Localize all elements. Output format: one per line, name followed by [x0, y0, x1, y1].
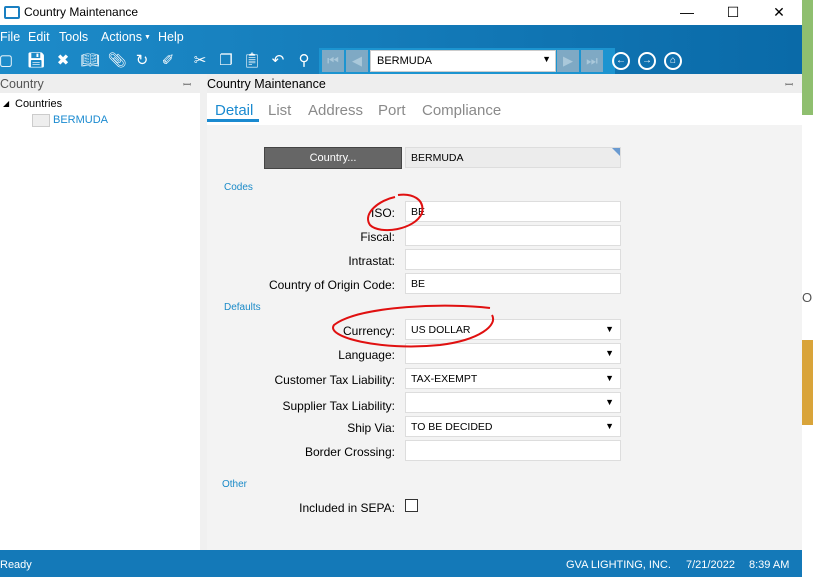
chevron-down-icon: ▼ [605, 397, 614, 407]
border-crossing-input[interactable] [405, 440, 621, 461]
customer-tax-select[interactable]: TAX-EXEMPT ▼ [405, 368, 621, 389]
paste-icon[interactable]: 📋︎ [242, 51, 262, 71]
title-bar: Country Maintenance — ☐ ✕ [0, 0, 802, 25]
tab-compliance[interactable]: Compliance [422, 102, 501, 119]
copy-icon[interactable]: ❐ [216, 51, 236, 71]
status-bar: Ready GVA LIGHTING, INC. 7/21/2022 8:39 … [0, 550, 802, 577]
codes-section: Codes [224, 182, 253, 193]
customer-tax-label: Customer Tax Liability: [274, 373, 396, 387]
chevron-down-icon: ▼ [605, 348, 614, 358]
chevron-down-icon: ▼ [542, 54, 551, 64]
refresh-icon[interactable]: ↻ [132, 51, 152, 71]
home-icon[interactable]: ⌂ [664, 52, 682, 70]
last-record-button[interactable]: ⏭ [581, 50, 603, 72]
iso-circle-annotation [367, 193, 424, 232]
chevron-down-icon: ▼ [605, 421, 614, 431]
ship-via-value: TO BE DECIDED [411, 421, 493, 433]
supplier-tax-select[interactable]: ▼ [405, 392, 621, 413]
country-button[interactable]: Country... [264, 147, 402, 169]
cut-icon[interactable]: ✂ [190, 51, 210, 71]
book-icon[interactable]: 📖︎ [80, 51, 100, 71]
customer-tax-value: TAX-EXEMPT [411, 373, 478, 385]
minimize-button[interactable]: — [667, 2, 707, 22]
pin-icon[interactable]: ꟷ [183, 77, 191, 91]
tab-address[interactable]: Address [308, 102, 363, 119]
country-field: BERMUDA [405, 147, 621, 168]
panel-splitter[interactable] [200, 74, 207, 550]
prev-record-button[interactable]: ◀ [346, 50, 368, 72]
menu-file[interactable]: File [0, 30, 20, 44]
status-time: 8:39 AM [749, 559, 790, 571]
active-tab-indicator [207, 119, 259, 122]
first-record-button[interactable]: ⏮ [322, 50, 344, 72]
desktop-yellow [802, 340, 813, 425]
tree-root-countries[interactable]: Countries [15, 98, 62, 110]
red-annotation [332, 193, 495, 348]
desktop-partial-text: Op [802, 290, 813, 305]
desktop-background: Op [802, 0, 813, 577]
menu-tools[interactable]: Tools [59, 30, 88, 44]
save-icon[interactable]: 💾︎ [26, 51, 46, 71]
folder-icon [32, 114, 50, 127]
country-value: BERMUDA [411, 152, 464, 164]
status-text: Ready [0, 559, 32, 571]
defaults-section: Defaults [224, 302, 261, 313]
chevron-down-icon: ▼ [605, 373, 614, 383]
next-record-button[interactable]: ▶ [557, 50, 579, 72]
maximize-button[interactable]: ☐ [713, 2, 753, 22]
company-name: GVA LIGHTING, INC. [566, 559, 671, 571]
window-title: Country Maintenance [24, 5, 139, 19]
ship-via-select[interactable]: TO BE DECIDED ▼ [405, 416, 621, 437]
menu-actions[interactable]: Actions [101, 30, 142, 44]
left-panel-header: Country ꟷ [0, 74, 200, 93]
attach-icon[interactable]: 📎︎ [107, 51, 127, 71]
find-icon[interactable]: ⚲ [294, 51, 314, 71]
menu-help[interactable]: Help [158, 30, 184, 44]
currency-circle-annotation [332, 304, 495, 348]
tab-port[interactable]: Port [378, 102, 406, 119]
toolbar: ▢ 💾︎ ✖ 📖︎ 📎︎ ↻ ✐ ✂ ❐ 📋︎ ↶ ⚲ ⏮ ◀ BERMUDA … [0, 48, 802, 74]
country-tree: ◢ Countries BERMUDA [0, 93, 200, 550]
menu-bar: File Edit Tools Actions ▼ Help [0, 25, 802, 48]
pin-icon[interactable]: ꟷ [785, 77, 793, 91]
chevron-down-icon: ▼ [605, 324, 614, 334]
record-value: BERMUDA [377, 55, 433, 67]
app-icon [4, 6, 20, 19]
clear-icon[interactable]: ✐ [158, 51, 178, 71]
main-panel-header: Country Maintenance ꟷ [207, 74, 802, 93]
corner-marker-icon [612, 148, 620, 156]
status-date: 7/21/2022 [686, 559, 735, 571]
actions-dropdown-icon: ▼ [144, 34, 151, 41]
sepa-checkbox[interactable] [405, 499, 418, 512]
border-crossing-label: Border Crossing: [304, 445, 395, 459]
close-button[interactable]: ✕ [759, 2, 799, 22]
collapse-icon[interactable]: ◢ [3, 99, 9, 108]
tab-detail[interactable]: Detail [215, 102, 253, 119]
left-panel-title: Country [0, 77, 44, 91]
menu-edit[interactable]: Edit [28, 30, 50, 44]
main-panel-title: Country Maintenance [207, 77, 326, 91]
ship-via-label: Ship Via: [347, 421, 395, 435]
delete-icon[interactable]: ✖ [53, 51, 73, 71]
desktop-green [802, 0, 813, 115]
tab-bar: Detail List Address Port Compliance [207, 93, 802, 125]
sepa-label: Included in SEPA: [299, 501, 395, 515]
back-icon[interactable]: ← [612, 52, 630, 70]
undo-icon[interactable]: ↶ [268, 51, 288, 71]
other-section: Other [222, 479, 248, 490]
tab-list[interactable]: List [268, 102, 291, 119]
forward-icon[interactable]: → [638, 52, 656, 70]
supplier-tax-label: Supplier Tax Liability: [282, 399, 395, 413]
new-icon[interactable]: ▢ [0, 51, 16, 71]
record-select[interactable]: BERMUDA ▼ [370, 50, 556, 72]
tree-item-bermuda[interactable]: BERMUDA [53, 114, 108, 126]
